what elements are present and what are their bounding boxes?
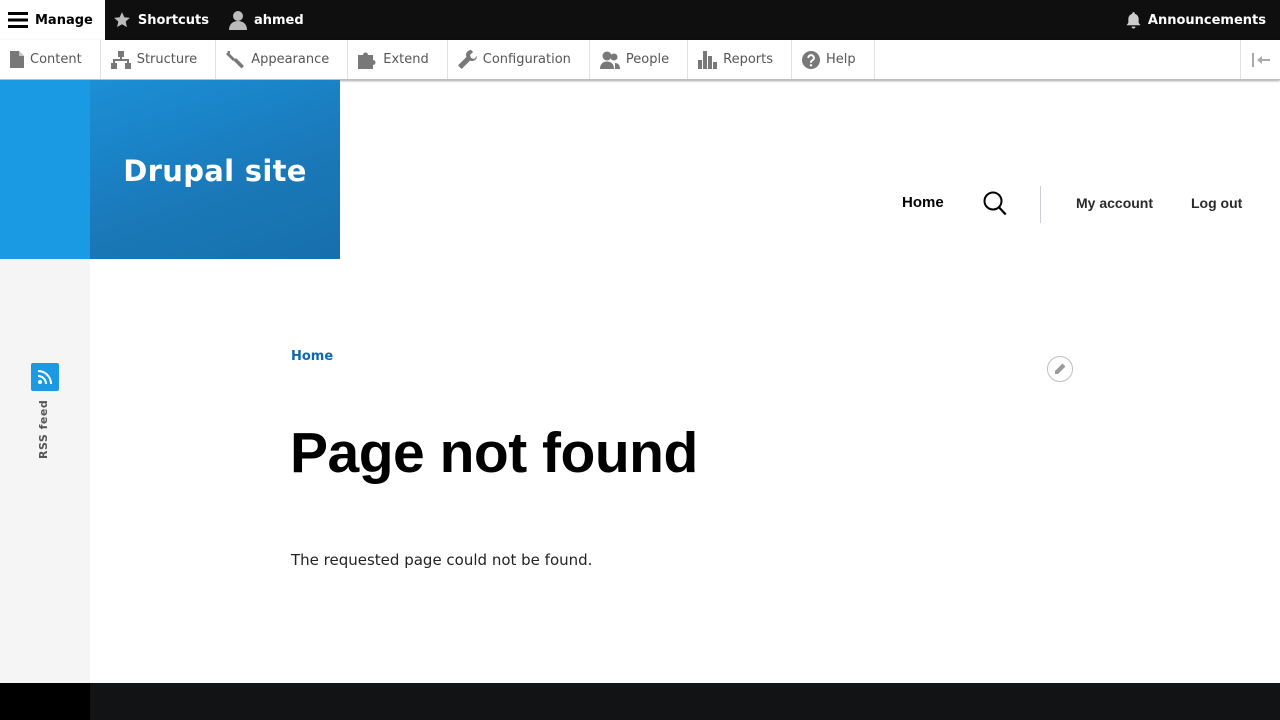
tray-item-reports[interactable]: Reports [688,40,792,79]
tray-item-label: Structure [136,52,198,67]
tray-item-label: Appearance [251,52,330,67]
contextual-edit-button[interactable] [1047,356,1073,382]
tray-item-label: Help [826,52,856,67]
shortcuts-tab[interactable]: Shortcuts [105,0,221,40]
tray-item-content[interactable]: Content [0,40,101,79]
user-label: ahmed [253,12,304,28]
page-body-text: The requested page could not be found. [291,551,593,569]
tray-orientation-toggle[interactable] [1240,40,1280,79]
hamburger-icon [8,12,28,28]
manage-tab[interactable]: Manage [0,0,105,40]
admin-tray: Content Structure Appearance Extend Conf… [0,40,1280,80]
user-icon [228,10,247,30]
rss-icon[interactable] [31,363,59,391]
nav-link-log-out[interactable]: Log out [1191,195,1242,211]
tray-item-label: Configuration [482,52,571,67]
tray-item-people[interactable]: People [590,40,689,79]
search-icon[interactable] [983,191,1007,220]
site-branding[interactable]: Drupal site [90,80,340,259]
footer-accent [0,683,90,720]
main-navigation: Home My account Log out [0,186,1280,223]
help-icon [802,50,820,69]
people-icon [599,51,620,69]
tray-item-structure[interactable]: Structure [101,40,217,79]
tray-item-help[interactable]: Help [792,40,875,79]
tray-item-label: Extend [383,52,429,67]
tray-item-appearance[interactable]: Appearance [216,40,349,79]
file-icon [10,51,24,68]
social-sidebar: RSS feed [0,259,90,683]
paintbrush-icon [226,50,245,69]
collapse-left-icon [1251,52,1270,67]
shortcuts-label: Shortcuts [137,12,209,28]
nav-divider [1040,186,1041,223]
manage-label: Manage [35,12,93,28]
announcements-label: Announcements [1147,12,1266,28]
bell-icon [1126,11,1141,29]
tray-item-label: Reports [723,52,773,67]
site-footer [90,683,1280,720]
bar-chart-icon [698,50,718,69]
pencil-icon [1054,363,1066,375]
admin-toolbar: Manage Shortcuts ahmed Announcements [0,0,1280,40]
header-accent-strip [0,80,90,259]
nav-link-my-account[interactable]: My account [1076,195,1153,211]
rss-feed-link[interactable]: RSS feed [37,400,50,459]
puzzle-icon [358,51,377,69]
nav-link-home[interactable]: Home [902,194,944,211]
tray-item-configuration[interactable]: Configuration [448,40,590,79]
structure-icon [110,50,131,69]
announcements-tab[interactable]: Announcements [1118,0,1280,40]
page-title: Page not found [290,421,698,485]
tray-item-label: People [625,52,670,67]
user-tab[interactable]: ahmed [221,0,316,40]
site-name[interactable]: Drupal site [123,154,306,188]
tray-item-extend[interactable]: Extend [348,40,448,79]
breadcrumb[interactable]: Home [291,349,333,364]
wrench-icon [457,50,477,69]
tray-item-label: Content [30,52,82,67]
star-icon [113,11,131,29]
